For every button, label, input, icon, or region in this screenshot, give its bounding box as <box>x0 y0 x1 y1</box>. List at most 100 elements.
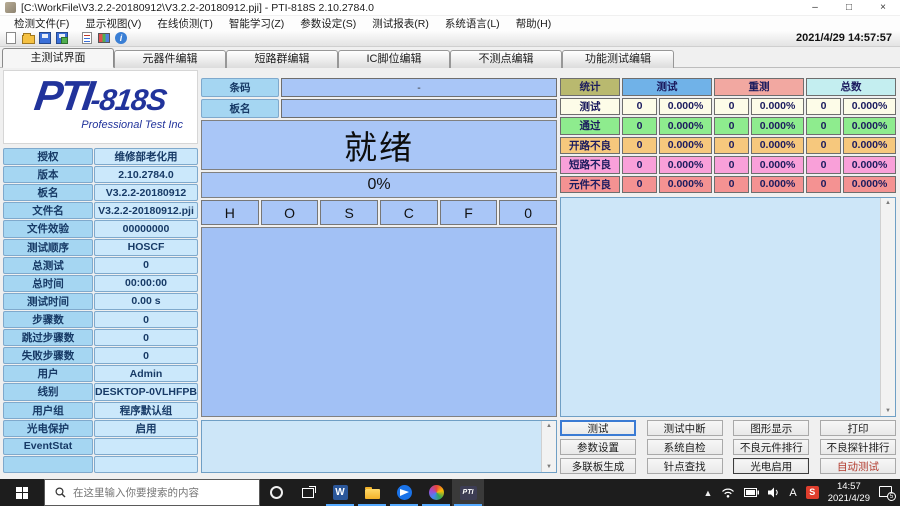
volume-icon[interactable] <box>768 487 780 498</box>
stat-cell: 0.000% <box>751 117 804 135</box>
tray-expand-chevron[interactable]: ▲ <box>703 488 712 498</box>
multi-board-generate-button[interactable]: 多联板生成 <box>560 458 636 474</box>
minimize-button[interactable]: – <box>798 0 832 15</box>
barcode-field[interactable]: - <box>281 78 557 97</box>
tab-short-group-edit[interactable]: 短路群编辑 <box>226 50 338 68</box>
wifi-icon[interactable] <box>721 487 735 498</box>
cortana-button[interactable] <box>260 479 292 506</box>
input-language-indicator[interactable]: A <box>789 487 796 499</box>
taskbar-app-word[interactable]: W <box>324 479 356 506</box>
tab-component-edit[interactable]: 元器件编辑 <box>114 50 226 68</box>
stat-cell: 0.000% <box>751 136 804 154</box>
info-table: 授权 维修部老化用 版本 2.10.2784.0 板名 V3.2.2-20180912… <box>3 148 198 473</box>
info-row-step-count: 步骤数 0 <box>3 310 198 329</box>
menu-item-smart-learn[interactable]: 智能学习(Z) <box>221 16 292 31</box>
pti-818s-window: [C:\WorkFile\V3.2.2-20180912\V3.2.2-2018… <box>0 0 900 506</box>
info-row-authorization: 授权 维修部老化用 <box>3 148 198 166</box>
stat-cell: 0 <box>714 97 749 115</box>
barcode-row: 条码 - <box>201 78 557 97</box>
info-row-photoelectric: 光电保护 启用 <box>3 419 198 437</box>
toolbar: i 2021/4/29 14:57:57 <box>0 30 900 47</box>
stat-cell: 0.000% <box>659 97 712 115</box>
graphic-display-button[interactable]: 图形显示 <box>733 420 810 436</box>
stat-cell: 0.000% <box>843 97 896 115</box>
close-button[interactable]: × <box>866 0 900 15</box>
menu-item-help[interactable]: 帮助(H) <box>508 16 560 31</box>
bad-component-ranking-button[interactable]: 不良元件排行 <box>733 439 810 455</box>
task-view-button[interactable] <box>292 479 324 506</box>
word-icon: W <box>332 485 348 500</box>
test-abort-button[interactable]: 测试中断 <box>646 420 723 436</box>
new-file-icon[interactable] <box>6 31 16 44</box>
menu-item-file[interactable]: 检测文件(F) <box>6 16 77 31</box>
stat-cell: 0 <box>714 175 749 193</box>
pti-app-icon: PTI <box>459 485 477 500</box>
taskbar-app-explorer[interactable] <box>356 479 388 506</box>
save-icon[interactable] <box>39 31 51 44</box>
stat-cell: 0.000% <box>751 156 804 174</box>
title-bar: [C:\WorkFile\V3.2.2-20180912\V3.2.2-2018… <box>0 0 900 16</box>
stats-corner-header: 统计 <box>560 78 620 96</box>
tray-time: 14:57 <box>836 481 861 493</box>
taskbar-search[interactable] <box>44 479 260 506</box>
barcode-label: 条码 <box>201 78 279 97</box>
report-icon[interactable] <box>82 31 92 44</box>
main-content: PTI -818S Professional Test Inc 授权 维修部老化用… <box>0 68 900 479</box>
action-center-icon[interactable]: 5 <box>879 486 896 501</box>
tab-skip-point-edit[interactable]: 不测点编辑 <box>450 50 562 68</box>
battery-icon[interactable] <box>744 488 760 497</box>
scrollbar-vertical[interactable]: ▲ ▼ <box>541 421 556 472</box>
tab-ic-pin-edit[interactable]: IC脚位编辑 <box>338 50 450 68</box>
stat-cell: 0 <box>714 156 749 174</box>
task-view-icon <box>302 485 316 498</box>
menu-item-test-report[interactable]: 测试报表(R) <box>364 16 437 31</box>
photoelectric-enable-button[interactable]: 光电启用 <box>733 458 810 474</box>
browser-icon <box>396 485 412 500</box>
taskbar-app-design[interactable] <box>420 479 452 506</box>
stat-cell: 0.000% <box>843 156 896 174</box>
menu-item-view[interactable]: 显示视图(V) <box>77 16 149 31</box>
app-icon <box>5 2 16 13</box>
maximize-button[interactable]: □ <box>832 0 866 15</box>
ime-icon[interactable]: S <box>805 486 819 499</box>
save-as-icon[interactable] <box>56 31 68 44</box>
stats-row-label-component-defect: 元件不良 <box>560 175 620 193</box>
search-input[interactable] <box>73 486 243 499</box>
menu-item-online-detect[interactable]: 在线侦测(T) <box>149 16 220 31</box>
bad-probe-ranking-button[interactable]: 不良探针排行 <box>819 439 896 455</box>
needle-point-search-button[interactable]: 针点查找 <box>646 458 723 474</box>
stat-cell: 0.000% <box>843 117 896 135</box>
board-name-field[interactable] <box>281 99 557 118</box>
menu-item-language[interactable]: 系统语言(L) <box>437 16 508 31</box>
param-settings-button[interactable]: 参数设置 <box>560 439 636 455</box>
tab-function-test-edit[interactable]: 功能测试编辑 <box>562 50 674 68</box>
tab-main-test[interactable]: 主测试界面 <box>2 48 114 68</box>
sequence-cell: S <box>320 200 379 225</box>
system-selfcheck-button[interactable]: 系统自检 <box>646 439 723 455</box>
stat-cell: 0 <box>622 175 657 193</box>
menu-item-param-settings[interactable]: 参数设定(S) <box>292 16 364 31</box>
info-row-failed-steps: 失败步骤数 0 <box>3 347 198 365</box>
info-row-user-group: 用户组 程序默认组 <box>3 401 198 419</box>
stats-row-label-tested: 测试 <box>560 97 620 115</box>
scrollbar-vertical[interactable]: ▲ ▼ <box>880 198 895 416</box>
action-buttons: 测试 测试中断 图形显示 打印 参数设置 系统自检 不良元件排行 不良探针排行 … <box>560 420 896 477</box>
tray-date: 2021/4/29 <box>827 492 870 504</box>
start-button[interactable] <box>0 479 44 506</box>
grid-icon[interactable] <box>98 32 110 43</box>
taskbar-app-browser[interactable] <box>388 479 420 506</box>
search-icon <box>55 487 66 498</box>
board-name-label: 板名 <box>201 99 279 118</box>
taskbar-app-pti[interactable]: PTI <box>452 479 484 506</box>
test-button[interactable]: 测试 <box>560 420 636 436</box>
board-name-row: 板名 <box>201 99 557 118</box>
auto-test-button[interactable]: 自动测试 <box>819 458 896 474</box>
stat-cell: 0.000% <box>659 175 712 193</box>
stat-cell: 0 <box>806 175 841 193</box>
tray-clock[interactable]: 14:57 2021/4/29 <box>828 481 870 504</box>
print-button[interactable]: 打印 <box>819 420 896 436</box>
toolbar-datetime: 2021/4/29 14:57:57 <box>795 32 892 44</box>
stat-cell: 0 <box>714 136 749 154</box>
info-icon[interactable]: i <box>115 31 127 44</box>
open-file-icon[interactable] <box>22 32 35 44</box>
